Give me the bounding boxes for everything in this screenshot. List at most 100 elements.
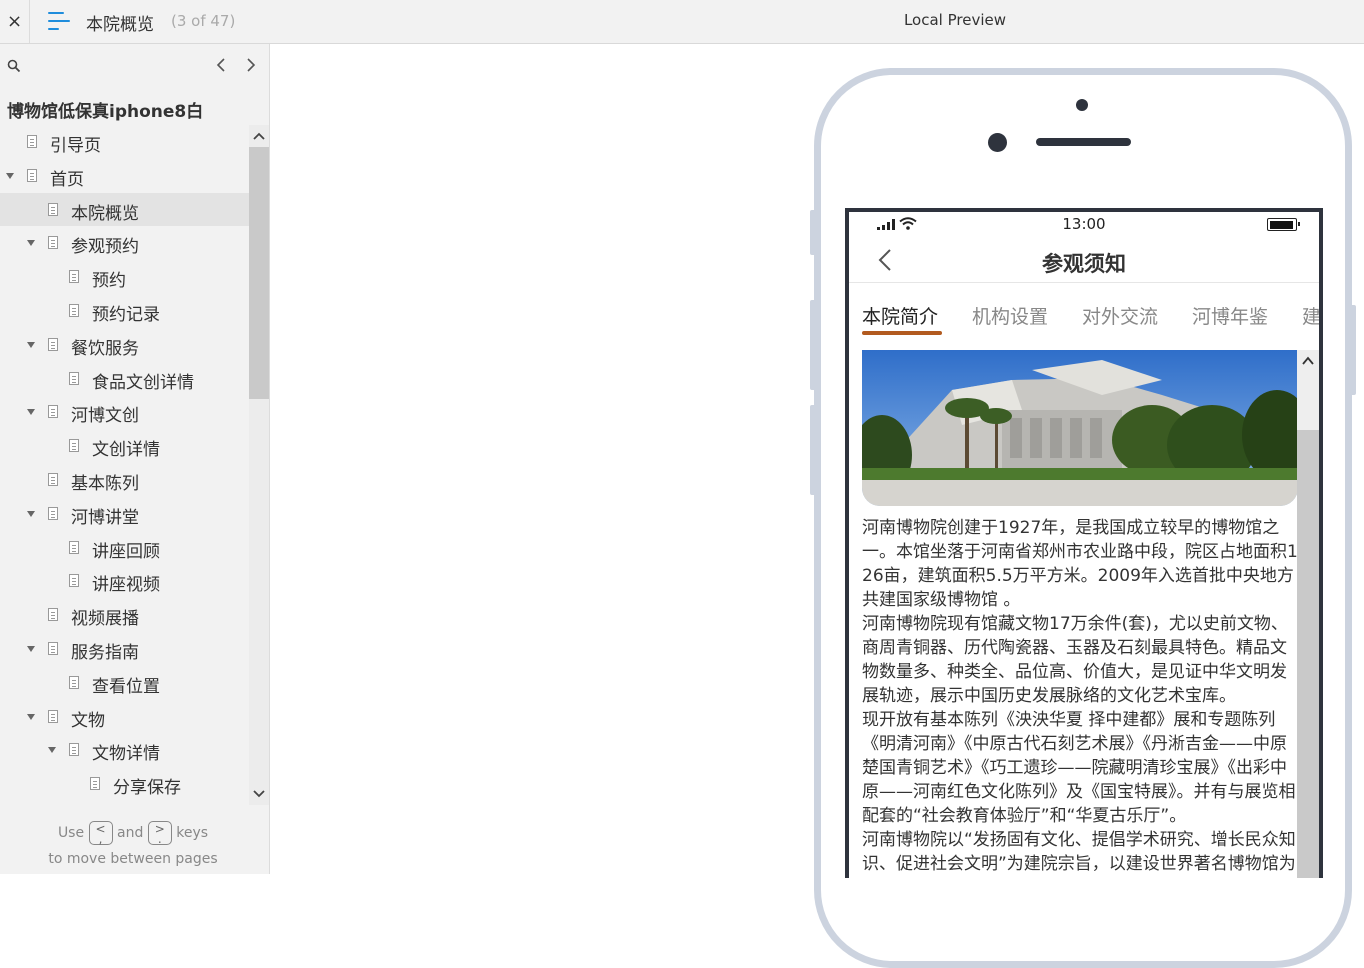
tab-exchange[interactable]: 对外交流 xyxy=(1082,302,1158,329)
scroll-up-icon[interactable] xyxy=(253,131,265,141)
caret-down-icon[interactable] xyxy=(27,341,35,348)
sidebar-item-label: 本院概览 xyxy=(71,203,139,224)
content-scroll-thumb[interactable] xyxy=(1297,430,1319,878)
page-icon xyxy=(48,472,58,486)
sidebar-item-label: 文物详情 xyxy=(92,744,160,765)
next-page-icon[interactable] xyxy=(243,56,259,74)
sidebar-item[interactable]: 引导页 xyxy=(0,125,249,159)
sidebar-item[interactable]: 文物 xyxy=(0,700,249,734)
article-paragraph: 河南博物院现有馆藏文物17万余件(套)，尤以史前文物、商周青铜器、历代陶瓷器、玉… xyxy=(862,614,1288,706)
page-icon xyxy=(27,135,37,148)
sidebar-item[interactable]: 讲座回顾 xyxy=(0,531,249,565)
sidebar-item-label: 分享保存 xyxy=(113,778,181,799)
page-tree: 引导页首页本院概览参观预约预约预约记录餐饮服务食品文创详情河博文创文创详情基本陈… xyxy=(0,125,249,803)
sidebar-item-label: 视频展播 xyxy=(71,609,139,630)
phone-volume-down-button xyxy=(810,405,816,495)
article-paragraph: 河南博物院以“发扬固有文化、提倡学术研究、增长民众知识、促进社会文明”为建院宗旨… xyxy=(862,830,1296,874)
phone-power-button xyxy=(1350,305,1356,395)
sidebar-item-label: 餐饮服务 xyxy=(71,338,139,359)
phone-screen: 13:00 参观须知 本院简介 机构设置 对外交流 河博年鉴 建 河南博物院创建… xyxy=(845,208,1323,878)
sidebar-item-label: 河博讲堂 xyxy=(71,507,139,528)
keyboard-hint: Use < , and > . keys to move between pag… xyxy=(0,820,266,872)
caret-down-icon[interactable] xyxy=(27,240,35,247)
page-icon xyxy=(69,675,79,689)
tab-intro[interactable]: 本院简介 xyxy=(862,302,938,329)
page-icon xyxy=(48,202,58,216)
page-icon xyxy=(69,371,79,385)
front-camera xyxy=(1076,99,1088,111)
earpiece-speaker xyxy=(1036,138,1131,146)
sidebar-item[interactable]: 河博讲堂 xyxy=(0,497,249,531)
sidebar-item-label: 讲座视频 xyxy=(92,575,160,596)
search-icon[interactable] xyxy=(7,59,21,73)
page-icon xyxy=(48,506,58,520)
page-icon xyxy=(69,540,79,554)
caret-down-icon[interactable] xyxy=(27,409,35,416)
sidebar-item[interactable]: 服务指南 xyxy=(0,632,249,666)
hamburger-menu-icon[interactable] xyxy=(48,12,70,30)
article-paragraph: 现开放有基本陈列《泱泱华夏 择中建都》展和专题陈列《明清河南》《中原古代石刻艺术… xyxy=(862,710,1296,826)
sidebar-item-label: 讲座回顾 xyxy=(92,541,160,562)
content-scrollbar[interactable] xyxy=(1297,350,1319,878)
sidebar-item[interactable]: 查看位置 xyxy=(0,666,249,700)
sidebar-item[interactable]: 首页 xyxy=(0,159,249,193)
screen-title: 参观须知 xyxy=(1042,252,1126,276)
sidebar-item[interactable]: 讲座视频 xyxy=(0,564,249,598)
page-icon xyxy=(27,168,37,182)
next-key-icon: > . xyxy=(147,821,172,845)
sidebar-item[interactable]: 分享保存 xyxy=(0,767,249,801)
sidebar-item[interactable]: 参观预约 xyxy=(0,226,249,260)
sidebar-item-label: 服务指南 xyxy=(71,642,139,663)
sidebar-item[interactable]: 预约记录 xyxy=(0,294,249,328)
sidebar-item-label: 食品文创详情 xyxy=(92,372,194,393)
sidebar-item-label: 文物 xyxy=(71,710,105,731)
sidebar-item-label: 河博文创 xyxy=(71,406,139,427)
caret-down-icon[interactable] xyxy=(27,713,35,720)
sidebar-item-label: 基本陈列 xyxy=(71,473,139,494)
content-scroll-up-icon[interactable] xyxy=(1302,356,1314,365)
hint-keys: keys xyxy=(176,825,209,841)
caret-down-icon[interactable] xyxy=(27,645,35,652)
hint-and: and xyxy=(117,825,144,841)
page-icon xyxy=(48,608,58,622)
battery-icon xyxy=(1267,218,1300,231)
tab-organization[interactable]: 机构设置 xyxy=(972,302,1048,329)
sidebar-item-label: 参观预约 xyxy=(71,237,139,258)
sidebar-item-label: 引导页 xyxy=(50,136,101,156)
close-button[interactable]: × xyxy=(0,0,30,43)
tab-more[interactable]: 建 xyxy=(1302,302,1319,329)
sidebar-scrollbar[interactable] xyxy=(249,125,269,805)
article-paragraph: 河南博物院创建于1927年，是我国成立较早的博物馆之一。本馆坐落于河南省郑州市农… xyxy=(862,518,1298,610)
sidebar-item-label: 查看位置 xyxy=(92,676,160,697)
prev-key-icon: < , xyxy=(88,821,113,845)
page-icon xyxy=(90,777,100,791)
page-icon xyxy=(69,574,79,588)
sidebar-item[interactable]: 本院概览 xyxy=(0,192,249,227)
sidebar-item[interactable]: 预约 xyxy=(0,260,249,294)
sidebar-item-label: 文创详情 xyxy=(92,440,160,461)
sidebar-item-label: 预约 xyxy=(92,271,126,292)
sidebar-item[interactable]: 食品文创详情 xyxy=(0,362,249,396)
page-icon xyxy=(48,641,58,655)
sidebar-item[interactable]: 视频展播 xyxy=(0,598,249,632)
previous-page-icon[interactable] xyxy=(214,56,230,74)
sidebar-scroll-thumb[interactable] xyxy=(249,147,269,399)
page-icon xyxy=(48,236,58,250)
caret-down-icon[interactable] xyxy=(48,747,56,754)
sidebar-item[interactable]: 餐饮服务 xyxy=(0,328,249,362)
sidebar-item[interactable]: 河博文创 xyxy=(0,395,249,429)
hint-use: Use xyxy=(57,825,85,841)
sidebar-item[interactable]: 文创详情 xyxy=(0,429,249,463)
sidebar: 博物馆低保真iphone8白 引导页 首页 本院概览 参观预约 预约 预约记录 餐饮服务 食品… xyxy=(0,44,270,874)
phone-volume-up-button xyxy=(810,300,816,390)
hint-line2: to move between pages xyxy=(48,851,218,867)
sidebar-item[interactable]: 文物详情 xyxy=(0,733,249,767)
sidebar-item[interactable]: 基本陈列 xyxy=(0,463,249,497)
scroll-down-icon[interactable] xyxy=(253,789,265,799)
sidebar-item-label: 预约记录 xyxy=(92,304,160,325)
caret-down-icon[interactable] xyxy=(6,172,14,179)
caret-down-icon[interactable] xyxy=(27,510,35,517)
nav-divider xyxy=(849,282,1319,283)
tab-yearbook[interactable]: 河博年鉴 xyxy=(1192,302,1268,329)
article-body: 河南博物院创建于1927年，是我国成立较早的博物馆之一。本馆坐落于河南省郑州市农… xyxy=(862,516,1300,878)
